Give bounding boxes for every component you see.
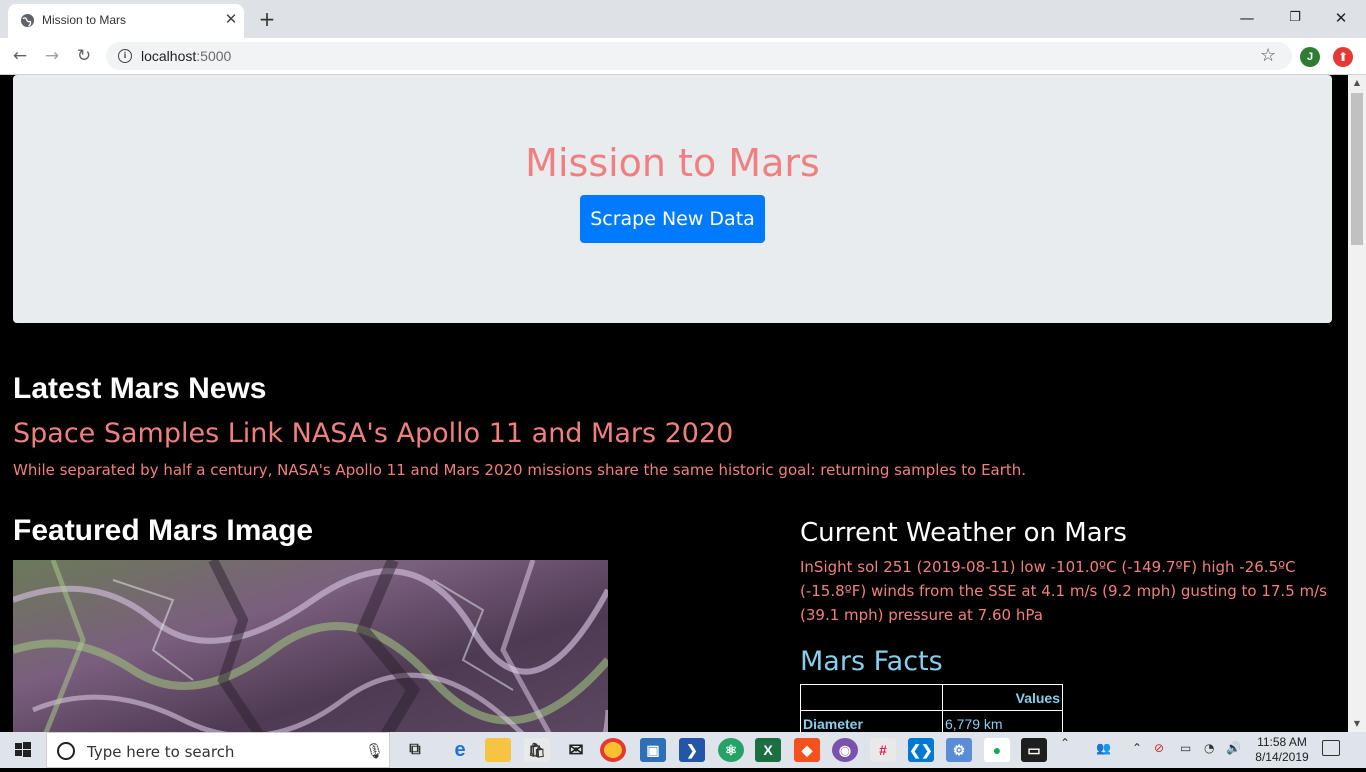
cortana-icon: [57, 742, 75, 760]
news-paragraph: While separated by half a century, NASA'…: [13, 461, 1027, 479]
news-section-heading: Latest Mars News: [13, 372, 267, 405]
task-view-icon[interactable]: ⧉: [402, 738, 428, 762]
weather-heading: Current Weather on Mars: [800, 518, 1127, 548]
clock-date: 8/14/2019: [1255, 750, 1309, 764]
scrape-button[interactable]: Scrape New Data: [580, 195, 765, 243]
fact-value: 6,779 km: [942, 710, 1063, 732]
window-close-icon[interactable]: ✕: [1326, 6, 1356, 30]
globe-icon: [20, 13, 35, 28]
tab-title: Mission to Mars: [42, 13, 127, 27]
windows-logo-icon: [15, 742, 31, 757]
terminal-icon[interactable]: ▭: [1021, 738, 1047, 762]
start-button[interactable]: [0, 732, 46, 768]
vscode-icon[interactable]: ❮❯: [908, 738, 934, 762]
clock-time: 11:58 AM: [1257, 735, 1307, 749]
people-icon[interactable]: 👥: [1096, 741, 1111, 755]
notifications-icon[interactable]: [1322, 740, 1340, 756]
powershell-icon[interactable]: ❯: [679, 738, 705, 762]
antivirus-icon[interactable]: ⊘: [1154, 741, 1164, 755]
wifi-icon[interactable]: ◔: [1204, 741, 1214, 755]
bookmark-star-icon[interactable]: ☆: [1260, 45, 1276, 66]
facts-table: Values Diameter 6,779 km: [800, 684, 1063, 732]
table-row: Diameter 6,779 km: [800, 710, 1063, 732]
app-icon-purple[interactable]: ◉: [832, 738, 858, 762]
taskbar-scroll-icon[interactable]: ⌃: [1060, 736, 1070, 750]
file-explorer-icon[interactable]: [485, 738, 511, 762]
atom-icon[interactable]: ⚛: [718, 738, 744, 762]
chrome-icon[interactable]: [600, 738, 626, 762]
extension-icon[interactable]: ⬆: [1333, 47, 1353, 67]
battery-icon[interactable]: ▭: [1180, 741, 1191, 755]
windows-taskbar: Type here to search 🎙 ⧉ e 🛍 ✉ ▣ ❯ ⚛ X ◆ …: [0, 732, 1366, 768]
browser-tab-bar: Mission to Mars ✕ + — ❐ ✕: [0, 0, 1366, 38]
microphone-icon[interactable]: 🎙: [365, 742, 384, 760]
page-title: Mission to Mars: [525, 141, 820, 185]
info-icon[interactable]: i: [118, 49, 132, 63]
app-icon-settings[interactable]: ⚙: [946, 738, 972, 762]
store-icon[interactable]: 🛍: [524, 738, 550, 762]
scroll-up-icon[interactable]: ▲: [1348, 75, 1366, 91]
volume-icon[interactable]: 🔊: [1226, 741, 1241, 755]
minimize-icon[interactable]: —: [1232, 6, 1262, 30]
browser-tab[interactable]: Mission to Mars ✕: [8, 4, 244, 38]
mail-icon[interactable]: ✉: [563, 738, 589, 762]
taskbar-clock[interactable]: 11:58 AM 8/14/2019: [1254, 735, 1310, 765]
featured-image-heading: Featured Mars Image: [13, 514, 314, 547]
restore-icon[interactable]: ❐: [1280, 6, 1310, 30]
edge-icon[interactable]: e: [447, 738, 473, 762]
page-viewport: Mission to Mars Scrape New Data Latest M…: [0, 75, 1348, 732]
featured-mars-image: [13, 560, 608, 732]
facts-header-row: Values: [800, 684, 1063, 711]
url-text: localhost:5000: [141, 48, 232, 64]
excel-icon[interactable]: X: [755, 738, 781, 762]
weather-report: InSight sol 251 (2019-08-11) low -101.0º…: [800, 558, 1327, 624]
reload-icon[interactable]: ↻: [72, 45, 96, 67]
search-placeholder: Type here to search: [87, 743, 235, 761]
scroll-down-icon[interactable]: ▼: [1348, 716, 1366, 732]
profile-avatar[interactable]: J: [1300, 47, 1320, 67]
git-icon[interactable]: ◆: [794, 738, 820, 762]
slack-icon[interactable]: #: [870, 738, 896, 762]
mongodb-icon[interactable]: ●: [984, 738, 1010, 762]
new-tab-button[interactable]: +: [256, 8, 278, 30]
back-arrow-icon[interactable]: ←: [8, 45, 32, 67]
browser-toolbar: ← → ↻ i localhost:5000 ☆: [0, 38, 1366, 75]
news-title: Space Samples Link NASA's Apollo 11 and …: [13, 418, 734, 449]
facts-header-values: Values: [942, 684, 1063, 711]
page-scrollbar[interactable]: ▲ ▼: [1348, 75, 1366, 732]
app-icon-monitor[interactable]: ▣: [640, 738, 666, 762]
address-bar[interactable]: i localhost:5000 ☆: [106, 42, 1292, 70]
facts-heading: Mars Facts: [800, 646, 943, 677]
jumbotron: Mission to Mars Scrape New Data: [13, 75, 1332, 323]
taskbar-search[interactable]: Type here to search 🎙: [46, 732, 390, 768]
show-hidden-icons[interactable]: ⌃: [1132, 741, 1142, 755]
close-tab-icon[interactable]: ✕: [222, 10, 240, 28]
facts-header-blank: [800, 684, 943, 711]
scroll-thumb[interactable]: [1351, 93, 1363, 245]
fact-label: Diameter: [800, 710, 943, 732]
forward-arrow-icon[interactable]: →: [40, 45, 64, 67]
